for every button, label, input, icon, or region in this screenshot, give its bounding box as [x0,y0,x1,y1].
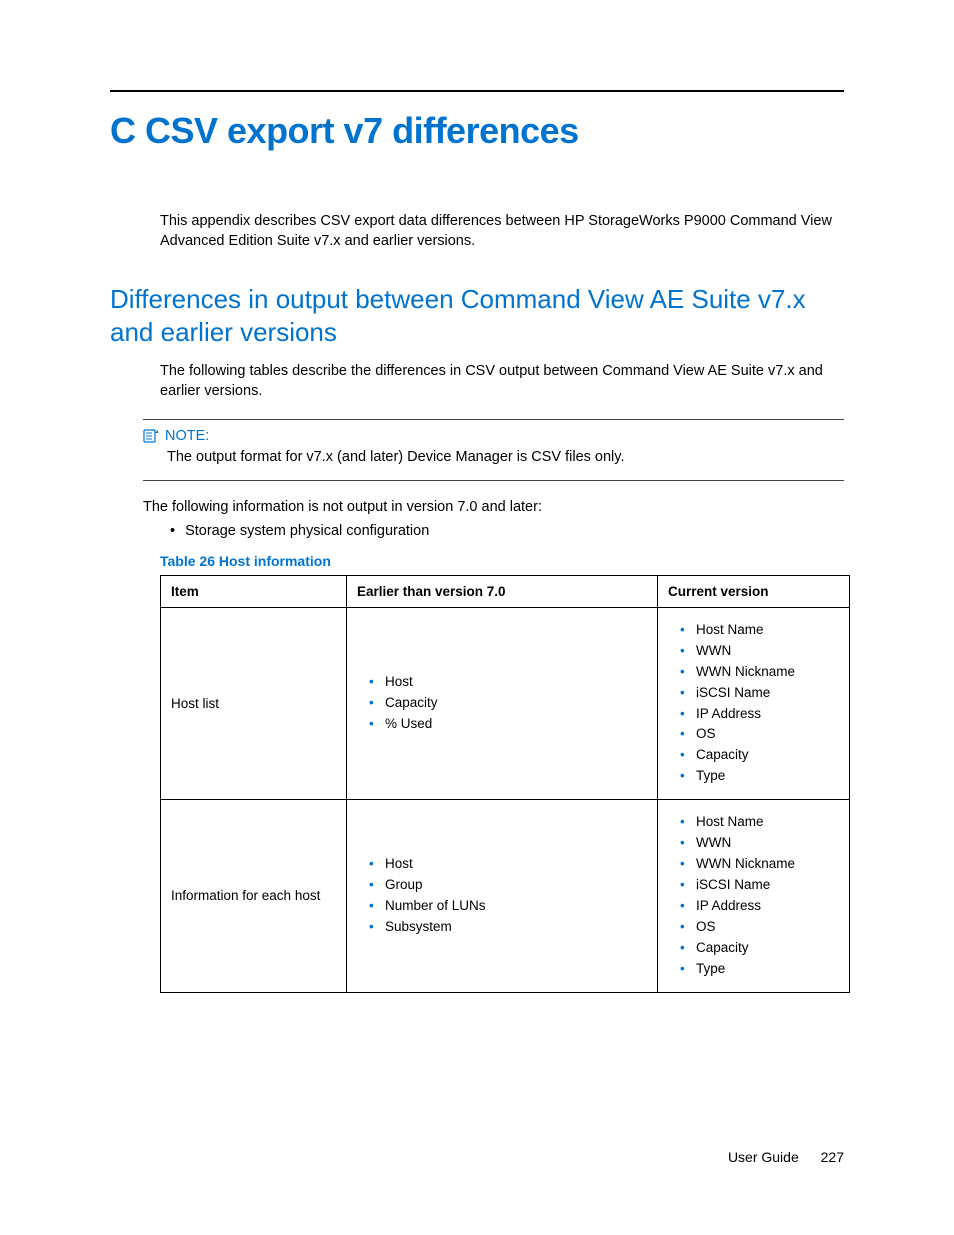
section-heading: Differences in output between Command Vi… [110,283,844,348]
list-item: WWN Nickname [680,662,839,683]
list-item: Subsystem [369,917,647,938]
top-rule [110,90,844,92]
col-header-item: Item [161,575,347,607]
list-item: Host Name [680,812,839,833]
intro-paragraph: This appendix describes CSV export data … [160,212,844,251]
not-output-text: The following information is not output … [143,499,844,515]
list-item: IP Address [680,704,839,725]
list-item: Capacity [680,745,839,766]
col-header-earlier: Earlier than version 7.0 [347,575,658,607]
list-item: Host [369,672,647,693]
list-item: WWN [680,833,839,854]
table-row: Information for each host Host Group Num… [161,800,850,992]
list-item: iSCSI Name [680,875,839,896]
cell-current: Host Name WWN WWN Nickname iSCSI Name IP… [658,607,850,799]
note-block: NOTE: The output format for v7.x (and la… [143,419,844,481]
list-item: WWN [680,641,839,662]
list-item: Number of LUNs [369,896,647,917]
page-number: 227 [821,1149,844,1165]
list-item: Group [369,875,647,896]
cell-earlier: Host Group Number of LUNs Subsystem [347,800,658,992]
list-item: Type [680,959,839,980]
note-icon [143,428,159,444]
col-header-current: Current version [658,575,850,607]
list-item: Storage system physical configuration [170,523,844,539]
table-header-row: Item Earlier than version 7.0 Current ve… [161,575,850,607]
list-item: Host Name [680,620,839,641]
note-label-row: NOTE: [143,428,844,444]
note-body: The output format for v7.x (and later) D… [167,448,844,468]
host-info-table: Item Earlier than version 7.0 Current ve… [160,575,850,993]
footer-label: User Guide [728,1149,799,1165]
cell-item: Information for each host [161,800,347,992]
list-item: WWN Nickname [680,854,839,875]
page-footer: User Guide 227 [728,1149,844,1165]
table-row: Host list Host Capacity % Used Host Name… [161,607,850,799]
list-item: Type [680,766,839,787]
list-item: OS [680,917,839,938]
table-caption: Table 26 Host information [160,553,844,569]
list-item: Capacity [680,938,839,959]
list-item: iSCSI Name [680,683,839,704]
section-intro: The following tables describe the differ… [160,362,844,401]
cell-earlier: Host Capacity % Used [347,607,658,799]
list-item: OS [680,724,839,745]
page-container: C CSV export v7 differences This appendi… [0,0,954,1235]
list-item: IP Address [680,896,839,917]
not-output-list: Storage system physical configuration [170,523,844,539]
page-title: C CSV export v7 differences [110,110,844,152]
cell-item: Host list [161,607,347,799]
list-item: Capacity [369,693,647,714]
list-item: Host [369,854,647,875]
list-item: % Used [369,714,647,735]
cell-current: Host Name WWN WWN Nickname iSCSI Name IP… [658,800,850,992]
note-label-text: NOTE: [165,428,209,444]
